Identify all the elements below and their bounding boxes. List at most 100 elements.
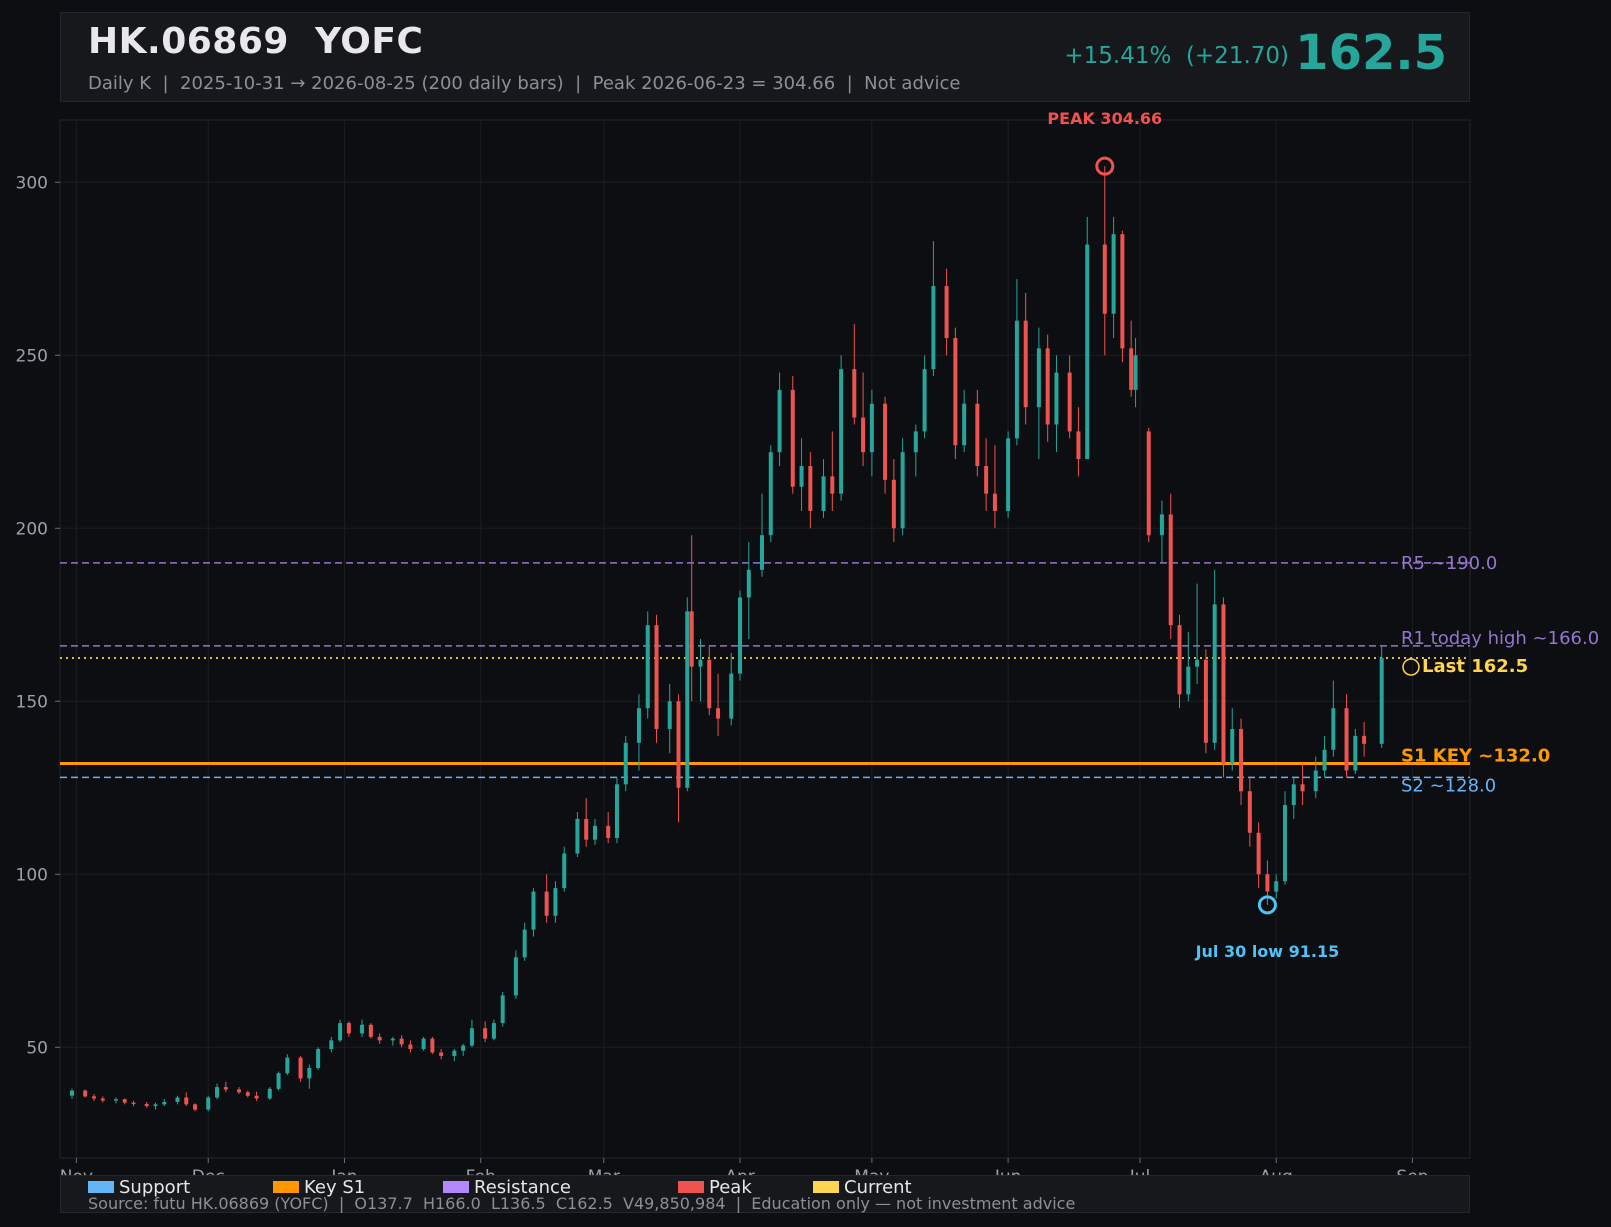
candle-body bbox=[1344, 708, 1349, 771]
candle-body bbox=[575, 818, 580, 854]
candle-body bbox=[1239, 728, 1244, 792]
chart-footer: Support Key S1 Resistance Peak Current Sourc… bbox=[60, 1175, 1470, 1213]
candle-body bbox=[390, 1038, 395, 1041]
source-note: Source: futu HK.06869 (YOFC) | O137.7 H1… bbox=[88, 1194, 1076, 1213]
candle-body bbox=[1230, 728, 1235, 764]
candle-body bbox=[329, 1040, 334, 1050]
candle-body bbox=[685, 611, 690, 788]
low-label: Jul 30 low 91.15 bbox=[1195, 942, 1340, 961]
candle-body bbox=[162, 1101, 167, 1105]
x-tick-label: Aug bbox=[1260, 1167, 1293, 1175]
candle-body bbox=[1076, 431, 1081, 460]
legend-swatch bbox=[273, 1181, 299, 1193]
candle-body bbox=[861, 417, 866, 453]
candle-body bbox=[636, 708, 641, 743]
candle-body bbox=[346, 1023, 351, 1034]
candle-body bbox=[153, 1104, 158, 1107]
candle-body bbox=[1212, 604, 1217, 743]
candle-body bbox=[1054, 372, 1059, 425]
candle-body bbox=[1322, 749, 1327, 771]
candle-body bbox=[667, 701, 672, 729]
candle-body bbox=[883, 403, 888, 480]
y-tick-label: 100 bbox=[16, 865, 48, 885]
candle-body bbox=[900, 452, 905, 529]
candle-body bbox=[1168, 514, 1173, 626]
candle-body bbox=[746, 569, 751, 598]
candle-body bbox=[223, 1087, 228, 1090]
candle-body bbox=[113, 1099, 118, 1101]
candle-body bbox=[131, 1102, 136, 1105]
candle-body bbox=[1085, 244, 1090, 460]
candle-body bbox=[623, 742, 628, 785]
candle-body bbox=[975, 403, 980, 466]
candle-body bbox=[461, 1045, 466, 1051]
candle-body bbox=[821, 476, 826, 511]
candle-body bbox=[760, 535, 764, 570]
y-tick-label: 250 bbox=[16, 346, 48, 366]
candle-body bbox=[1300, 784, 1305, 792]
candle-body bbox=[452, 1050, 457, 1056]
x-tick-label: May bbox=[854, 1167, 889, 1175]
y-tick-label: 50 bbox=[26, 1038, 48, 1058]
candle-body bbox=[91, 1096, 96, 1099]
candle-body bbox=[799, 466, 804, 487]
legend-swatch bbox=[813, 1181, 839, 1193]
candle-body bbox=[215, 1087, 220, 1098]
candle-body bbox=[285, 1057, 290, 1074]
y-tick-label: 150 bbox=[16, 692, 48, 712]
candle-body bbox=[676, 701, 681, 788]
candle-body bbox=[513, 957, 518, 996]
x-tick-label: Nov bbox=[60, 1167, 93, 1175]
x-tick-label: Feb bbox=[466, 1167, 496, 1175]
plot-area bbox=[59, 119, 1471, 1159]
candle-body bbox=[377, 1036, 382, 1041]
level-label-s1: S1 KEY ~132.0 bbox=[1401, 746, 1550, 767]
candle-body bbox=[839, 369, 844, 494]
candle-body bbox=[1256, 832, 1261, 875]
candle-body bbox=[1159, 514, 1164, 536]
candle-body bbox=[1014, 320, 1019, 439]
candle-body bbox=[592, 825, 597, 840]
candle-body bbox=[1036, 348, 1041, 408]
level-label-r5: R5 ~190.0 bbox=[1401, 553, 1497, 574]
candle-body bbox=[408, 1044, 413, 1050]
candle-body bbox=[522, 929, 527, 958]
candle-body bbox=[738, 597, 743, 674]
candle-body bbox=[193, 1104, 198, 1110]
candle-body bbox=[70, 1090, 74, 1096]
candle-body bbox=[276, 1073, 281, 1089]
candle-body bbox=[298, 1057, 303, 1079]
candle-body bbox=[1146, 431, 1151, 536]
candle-body bbox=[1186, 666, 1191, 695]
x-tick-label: Sep bbox=[1396, 1167, 1428, 1175]
candle-body bbox=[1133, 355, 1138, 390]
candle-body bbox=[1045, 348, 1050, 425]
candle-body bbox=[869, 403, 874, 453]
candle-body bbox=[307, 1068, 312, 1079]
x-axis: Nov Dec Jan Feb Mar Apr May Jun Jul Aug Sep bbox=[60, 1158, 1428, 1175]
candle-body bbox=[100, 1098, 105, 1101]
candle-body bbox=[1331, 708, 1336, 750]
candle-body bbox=[1247, 791, 1252, 833]
legend-swatch bbox=[678, 1181, 704, 1193]
candle-body bbox=[175, 1097, 180, 1102]
candle-body bbox=[944, 286, 949, 338]
candle-body bbox=[553, 888, 558, 916]
candle-body bbox=[1265, 874, 1270, 892]
candle-body bbox=[790, 389, 795, 487]
candle-body bbox=[491, 1023, 496, 1039]
candle-body bbox=[1102, 244, 1107, 314]
level-label-r1: R1 today high ~166.0 bbox=[1401, 628, 1599, 649]
candle-body bbox=[237, 1089, 242, 1093]
candle-body bbox=[953, 337, 958, 446]
x-tick-label: Jun bbox=[994, 1167, 1022, 1175]
candle-body bbox=[483, 1028, 488, 1039]
candle-body bbox=[1221, 604, 1226, 764]
candle-body bbox=[716, 708, 721, 719]
candle-body bbox=[1282, 805, 1287, 882]
x-tick-label: Jan bbox=[330, 1167, 357, 1175]
candle-body bbox=[654, 625, 659, 729]
candle-body bbox=[562, 853, 567, 889]
candle-body bbox=[421, 1038, 426, 1050]
candle-body bbox=[1195, 659, 1200, 667]
